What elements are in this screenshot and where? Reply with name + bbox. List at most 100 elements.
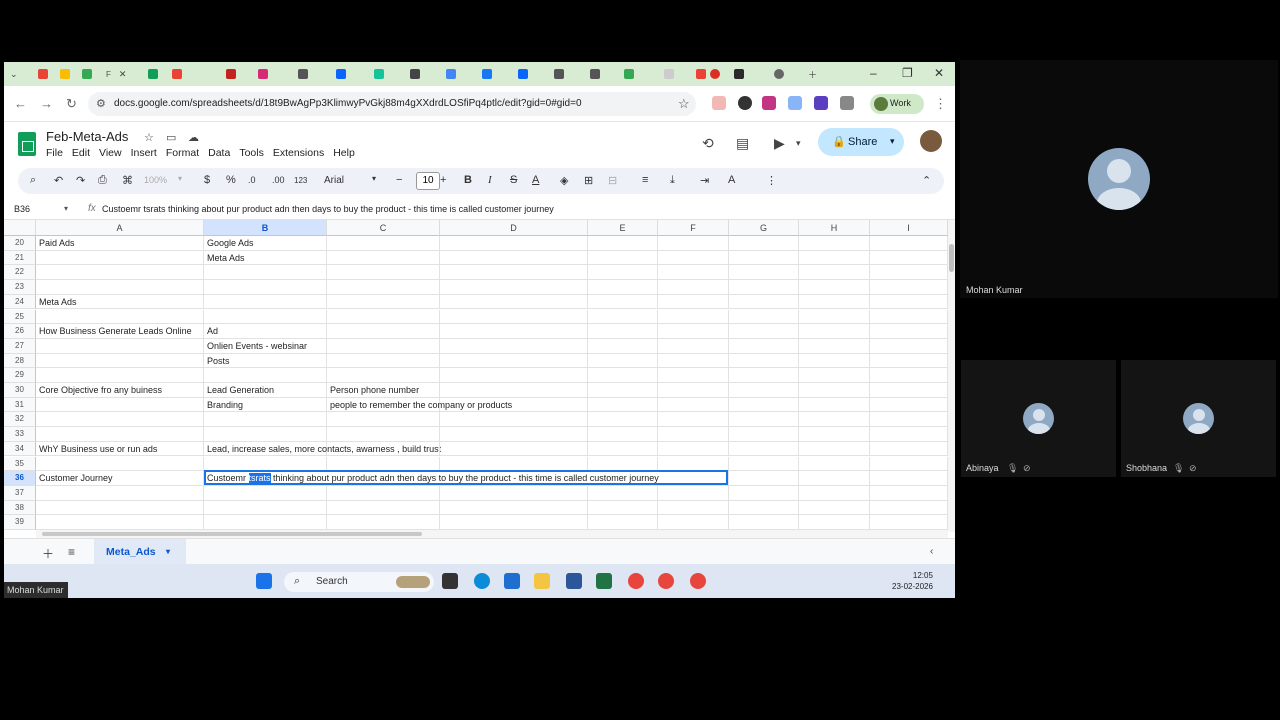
column-header-g[interactable]: G	[729, 220, 799, 236]
cell-c25[interactable]	[327, 309, 440, 325]
cell-i39[interactable]	[870, 515, 948, 530]
cell-a23[interactable]	[36, 280, 204, 295]
cell-a39[interactable]	[36, 515, 204, 530]
row-header[interactable]: 22	[4, 265, 36, 281]
cell-e23[interactable]	[588, 280, 658, 295]
cell-e22[interactable]	[588, 265, 658, 281]
extension-icon[interactable]	[788, 96, 802, 110]
cell-g39[interactable]	[729, 515, 799, 530]
cell-i22[interactable]	[870, 265, 948, 281]
meta-icon[interactable]	[518, 67, 540, 81]
row-header[interactable]: 39	[4, 515, 36, 530]
menu-data[interactable]: Data	[208, 147, 230, 159]
taskbar-clock[interactable]: 12:05 23-02-2026	[892, 570, 933, 592]
cell-e37[interactable]	[588, 485, 658, 501]
cell-h20[interactable]	[799, 236, 870, 251]
row-header[interactable]: 21	[4, 250, 36, 266]
record-icon[interactable]	[710, 67, 732, 81]
cell-d26[interactable]	[440, 324, 588, 339]
cell-a29[interactable]	[36, 368, 204, 383]
italic-icon[interactable]: I	[488, 174, 492, 186]
row-header[interactable]: 36	[4, 471, 36, 486]
cell-a27[interactable]	[36, 338, 204, 354]
cell-h31[interactable]	[799, 397, 870, 413]
close-tab-icon[interactable]: ✕	[119, 69, 127, 80]
cell-f37[interactable]	[658, 485, 729, 501]
cell-e20[interactable]	[588, 236, 658, 251]
cell-i34[interactable]	[870, 441, 948, 457]
cell-f26[interactable]	[658, 324, 729, 339]
cell-c28[interactable]	[327, 353, 440, 369]
cell-e24[interactable]	[588, 294, 658, 310]
menu-edit[interactable]: Edit	[72, 147, 90, 159]
participant-tile[interactable]: Mohan Kumar	[960, 60, 1278, 298]
chevron-down-icon[interactable]: ▾	[796, 138, 801, 149]
cell-e33[interactable]	[588, 427, 658, 442]
paint-format-icon[interactable]: ⌘	[122, 174, 133, 187]
cell-f38[interactable]	[658, 500, 729, 516]
chevron-down-icon[interactable]: ▾	[64, 204, 68, 213]
row-header[interactable]: 33	[4, 427, 36, 442]
comments-icon[interactable]: ▤	[736, 135, 749, 152]
cell-h21[interactable]	[799, 250, 870, 266]
minimize-icon[interactable]: –	[870, 66, 877, 80]
name-box[interactable]: B36	[14, 204, 30, 214]
cell-g34[interactable]	[729, 441, 799, 457]
cell-f29[interactable]	[658, 368, 729, 383]
vertical-align-icon[interactable]: ⤓	[670, 174, 675, 187]
chevron-left-icon[interactable]: ‹	[930, 546, 933, 557]
extension-icon[interactable]	[734, 67, 756, 81]
chatgpt-icon[interactable]	[554, 67, 576, 81]
cell-d24[interactable]	[440, 294, 588, 310]
cell-a36[interactable]: Customer Journey	[36, 471, 204, 486]
row-header[interactable]: 32	[4, 412, 36, 428]
cell-b21[interactable]: Meta Ads	[204, 250, 327, 266]
cell-h29[interactable]	[799, 368, 870, 383]
horizontal-scrollbar[interactable]	[36, 530, 948, 538]
row-header[interactable]: 34	[4, 441, 36, 457]
cell-a21[interactable]	[36, 250, 204, 266]
spreadsheet-grid[interactable]: A B C D E F G H I 20 Paid Ads Google Ads 21 Meta Ads 2…	[4, 220, 948, 532]
cell-c33[interactable]	[327, 427, 440, 442]
cell-c30[interactable]: Person phone number	[327, 383, 440, 398]
horizontal-align-icon[interactable]: ≡	[642, 174, 648, 186]
puzzle-icon[interactable]	[840, 96, 854, 110]
row-header[interactable]: 26	[4, 324, 36, 339]
cell-i26[interactable]	[870, 324, 948, 339]
cell-g27[interactable]	[729, 338, 799, 354]
cell-i38[interactable]	[870, 500, 948, 516]
menu-extensions[interactable]: Extensions	[273, 147, 324, 159]
excel-icon[interactable]	[596, 573, 612, 589]
cell-g31[interactable]	[729, 397, 799, 413]
cell-b34[interactable]: Lead, increase sales, more contacts, awa…	[204, 441, 441, 457]
store-icon[interactable]	[504, 573, 520, 589]
cell-h26[interactable]	[799, 324, 870, 339]
cell-i33[interactable]	[870, 427, 948, 442]
scroll-thumb[interactable]	[949, 244, 954, 272]
cell-i37[interactable]	[870, 485, 948, 501]
cell-h35[interactable]	[799, 456, 870, 472]
close-window-icon[interactable]: ✕	[934, 66, 944, 80]
cell-h23[interactable]	[799, 280, 870, 295]
row-header[interactable]: 29	[4, 368, 36, 383]
print-icon[interactable]: ⎙	[98, 174, 107, 187]
cell-i31[interactable]	[870, 397, 948, 413]
cell-b20[interactable]: Google Ads	[204, 236, 327, 251]
percent-format-button[interactable]: %	[226, 174, 236, 186]
cell-a31[interactable]	[36, 397, 204, 413]
cell-e32[interactable]	[588, 412, 658, 428]
share-button[interactable]: 🔒 Share ▾	[818, 128, 904, 156]
cell-e30[interactable]	[588, 383, 658, 398]
gemini-icon[interactable]	[446, 67, 468, 81]
more-options-icon[interactable]: ⋮	[766, 174, 777, 187]
cell-e38[interactable]	[588, 500, 658, 516]
cell-c32[interactable]	[327, 412, 440, 428]
row-header[interactable]: 20	[4, 236, 36, 251]
meet-icon[interactable]: ▶	[774, 135, 785, 152]
gmail-icon[interactable]	[172, 67, 194, 81]
chevron-down-icon[interactable]: ▾	[890, 136, 895, 147]
cell-g37[interactable]	[729, 485, 799, 501]
cell-f30[interactable]	[658, 383, 729, 398]
cell-a33[interactable]	[36, 427, 204, 442]
row-header[interactable]: 37	[4, 485, 36, 501]
